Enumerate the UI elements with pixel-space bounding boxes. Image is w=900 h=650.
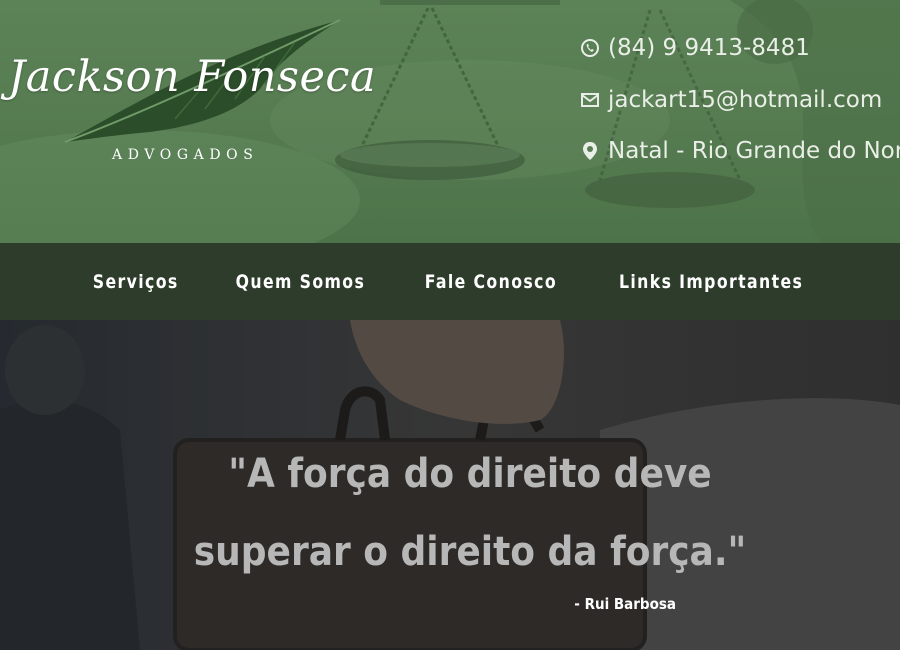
logo[interactable]: Jackson Fonseca ADVOGADOS xyxy=(0,0,400,243)
contact-location-text: Natal - Rio Grande do Norte xyxy=(608,138,900,164)
quote-line-2: superar o direito da força." xyxy=(193,529,747,575)
site-header: Jackson Fonseca ADVOGADOS (84) 9 9413-84… xyxy=(0,0,900,243)
envelope-icon xyxy=(580,90,600,110)
hero-section: "A força do direito deve superar o direi… xyxy=(0,320,900,650)
map-pin-icon xyxy=(580,141,600,161)
contact-email[interactable]: jackart15@hotmail.com xyxy=(580,80,900,120)
nav-item-links-importantes[interactable]: Links Importantes xyxy=(619,271,803,293)
contact-phone-text: (84) 9 9413-8481 xyxy=(608,35,810,61)
contact-email-text: jackart15@hotmail.com xyxy=(608,86,883,113)
nav-item-fale-conosco[interactable]: Fale Conosco xyxy=(425,271,557,293)
logo-name: Jackson Fonseca xyxy=(8,52,377,102)
contact-info: (84) 9 9413-8481 jackart15@hotmail.com N… xyxy=(580,28,900,183)
main-nav: Serviços Quem Somos Fale Conosco Links I… xyxy=(0,243,900,320)
nav-item-quem-somos[interactable]: Quem Somos xyxy=(236,271,366,293)
quote-author: - Rui Barbosa xyxy=(574,595,676,613)
nav-item-servicos[interactable]: Serviços xyxy=(93,271,179,293)
quote-line-1: "A força do direito deve xyxy=(228,451,712,497)
whatsapp-icon xyxy=(580,38,600,58)
contact-phone[interactable]: (84) 9 9413-8481 xyxy=(580,28,900,68)
contact-location[interactable]: Natal - Rio Grande do Norte xyxy=(580,131,900,171)
logo-subtitle: ADVOGADOS xyxy=(112,147,259,163)
